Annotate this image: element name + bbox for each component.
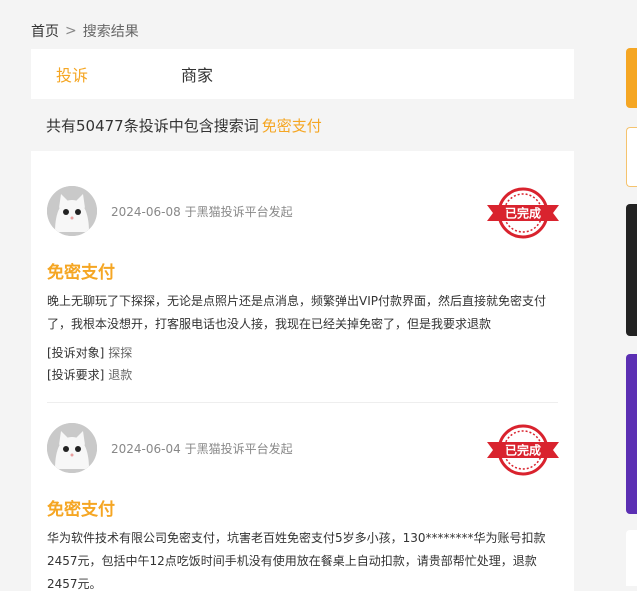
complaint-demand: [投诉要求] 退款 — [47, 366, 132, 383]
side-banner-white[interactable] — [626, 530, 637, 586]
completed-stamp-icon: 已完成 — [485, 187, 561, 239]
complaint-date: 2024-06-08 — [111, 205, 181, 219]
search-keyword: 免密支付 — [261, 117, 322, 135]
complaint-list: 2024-06-08 于黑猫投诉平台发起 已完成 免密支付 晚上无聊玩了下探探，… — [31, 151, 574, 591]
complaint-date: 2024-06-04 — [111, 442, 181, 456]
complaint-meta: 2024-06-04 于黑猫投诉平台发起 — [111, 440, 293, 457]
breadcrumb: 首页 > 搜索结果 — [31, 21, 139, 41]
complaint-title[interactable]: 免密支付 — [47, 495, 115, 520]
cat-avatar-icon — [47, 423, 97, 473]
side-banner-orange[interactable] — [626, 48, 637, 108]
cat-avatar-icon — [47, 186, 97, 236]
status-badge: 已完成 — [505, 206, 541, 221]
complaint-title[interactable]: 免密支付 — [47, 258, 115, 283]
breadcrumb-home-link[interactable]: 首页 — [31, 21, 59, 41]
complaint-target-label: [投诉对象] — [47, 346, 105, 360]
complaint-meta: 2024-06-08 于黑猫投诉平台发起 — [111, 203, 293, 220]
tab-complaints[interactable]: 投诉 — [56, 62, 88, 86]
complaint-content: 晚上无聊玩了下探探，无论是点照片还是点消息，频繁弹出VIP付款界面，然后直接就免… — [47, 294, 546, 331]
complaint-source: 于黑猫投诉平台发起 — [184, 205, 293, 219]
complaint-target-value: 探探 — [108, 346, 133, 360]
tab-merchants[interactable]: 商家 — [181, 62, 213, 86]
card-divider — [47, 402, 558, 403]
complaint-demand-label: [投诉要求] — [47, 368, 105, 382]
complaint-target: [投诉对象] 探探 — [47, 344, 132, 361]
search-summary-text: 共有50477条投诉中包含搜索词 — [46, 117, 259, 135]
side-banner-dark[interactable] — [626, 204, 637, 336]
complaint-source: 于黑猫投诉平台发起 — [184, 442, 293, 456]
side-banner-purple[interactable] — [626, 354, 637, 514]
completed-stamp-icon: 已完成 — [485, 424, 561, 476]
search-summary: 共有50477条投诉中包含搜索词 免密支付 — [46, 115, 322, 136]
breadcrumb-current: 搜索结果 — [82, 24, 139, 40]
result-tabs: 投诉 商家 — [31, 49, 574, 99]
breadcrumb-separator: > — [65, 23, 77, 39]
complaint-demand-value: 退款 — [108, 368, 133, 382]
status-badge: 已完成 — [505, 443, 541, 458]
side-banner-outline[interactable] — [626, 127, 637, 187]
complaint-content: 华为软件技术有限公司免密支付，坑害老百姓免密支付5岁多小孩，130*******… — [47, 531, 546, 591]
